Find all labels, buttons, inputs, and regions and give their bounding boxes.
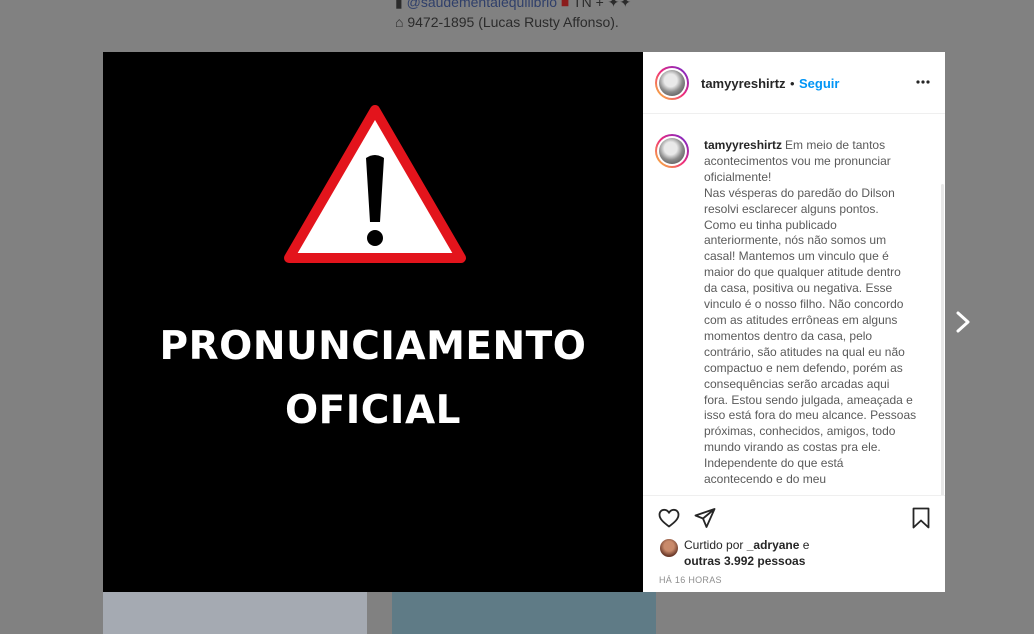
caption-line: isso está fora do meu alcance. Pessoas [704, 408, 917, 423]
headline-line-2: OFICIAL [285, 388, 461, 433]
caption-line: contrário, são atitudes na qual eu não [704, 344, 905, 359]
caption-line: fora. Estou sendo julgada, ameaçada e [704, 392, 913, 407]
caption-line: Como eu tinha publicado [704, 217, 837, 232]
post-header: tamyyreshirtz • Seguir [643, 52, 945, 114]
caption-line: maior do que qualquer atitude dentro [704, 265, 901, 280]
post-image[interactable]: PRONUNCIAMENTO OFICIAL [103, 52, 643, 592]
caption-line: anteriormente, nós não somos um [704, 233, 887, 248]
caption-line: Em meio de tantos [785, 138, 886, 152]
likes-conjunction: e [802, 538, 810, 552]
caption-line: acontecimentos vou me pronunciar [704, 153, 891, 168]
grid-thumbnail[interactable] [392, 592, 656, 634]
caption-scrollbar[interactable] [941, 184, 944, 495]
avatar[interactable] [655, 66, 689, 100]
caption-line: momentos dentro da casa, pelo [704, 328, 873, 343]
post-timestamp[interactable]: HÁ 16 HORAS [659, 575, 722, 585]
caption-line: casal! Mantemos um vinculo que é [704, 249, 889, 264]
caption-line: Independente do que está [704, 456, 844, 471]
warning-triangle-icon [284, 105, 466, 263]
caption-line: resolvi esclarecer alguns pontos. [704, 201, 879, 216]
caption-line: consequências serão arcadas aqui [704, 376, 890, 391]
caption-line: vinculo é o nosso filho. Não concordo [704, 297, 904, 312]
bg-camera-icon: ▮ [395, 0, 403, 10]
caption-line: oficialmente! [704, 169, 772, 184]
likes-others-link[interactable]: outras 3.992 pessoas [684, 554, 805, 568]
heart-icon[interactable] [657, 506, 681, 530]
caption-line: Nas vésperas do paredão do Dilson [704, 185, 895, 200]
post-actions: Curtido por _adryane e outras 3.992 pess… [643, 495, 945, 592]
caption-area[interactable]: tamyyreshirtz Em meio de tantos acontecim… [643, 114, 945, 495]
caption-line: compactuo e nem defendo, porém as [704, 360, 903, 375]
caption-avatar[interactable] [655, 134, 689, 168]
bg-bio-text: TN + [573, 0, 604, 10]
caption-line: próximas, conhecidos, amigos, todo [704, 424, 896, 439]
bg-bio-line-2: ⌂ 9472-1895 (Lucas Rusty Affonso). [395, 14, 619, 30]
post-side-panel: tamyyreshirtz • Seguir tamyyreshirtz Em m… [643, 52, 945, 592]
grid-thumbnail[interactable] [103, 592, 367, 634]
caption-text: tamyyreshirtz Em meio de tantos acontecim… [704, 138, 928, 488]
liker-username[interactable]: _adryane [747, 538, 800, 552]
liker-avatar[interactable] [660, 539, 678, 557]
bg-dog-icon: ✦✦ [607, 0, 632, 10]
likes-prefix: Curtido por [684, 538, 744, 552]
bookmark-icon[interactable] [909, 506, 933, 530]
bg-contact-text: 9472-1895 (Lucas Rusty Affonso). [407, 14, 619, 30]
headline-line-1: PRONUNCIAMENTO [159, 324, 587, 369]
follow-button[interactable]: Seguir [799, 76, 839, 91]
caption-line: da casa, positiva ou negativa. Esse [704, 281, 893, 296]
caption-line: com as atitudes errôneas em alguns [704, 312, 898, 327]
bg-bio-line-1: ▮ @saudementalequilibrio ■ TN + ✦✦ [395, 0, 631, 11]
caption-line: mundo virando as costas pra ele. [704, 440, 881, 455]
share-icon[interactable] [693, 506, 717, 530]
author-username[interactable]: tamyyreshirtz [701, 76, 786, 91]
caption-username[interactable]: tamyyreshirtz [704, 138, 782, 152]
bg-gift-icon: ■ [560, 0, 570, 10]
bg-contact-icon: ⌂ [395, 14, 404, 30]
bg-profile-link[interactable]: @saudementalequilibrio [407, 0, 557, 10]
separator-dot: • [790, 76, 795, 91]
more-options-icon[interactable] [915, 74, 931, 90]
next-post-arrow-icon[interactable] [952, 308, 974, 336]
caption-line: acontecendo e do meu [704, 472, 827, 487]
likes-summary: Curtido por _adryane e outras 3.992 pess… [684, 537, 809, 569]
